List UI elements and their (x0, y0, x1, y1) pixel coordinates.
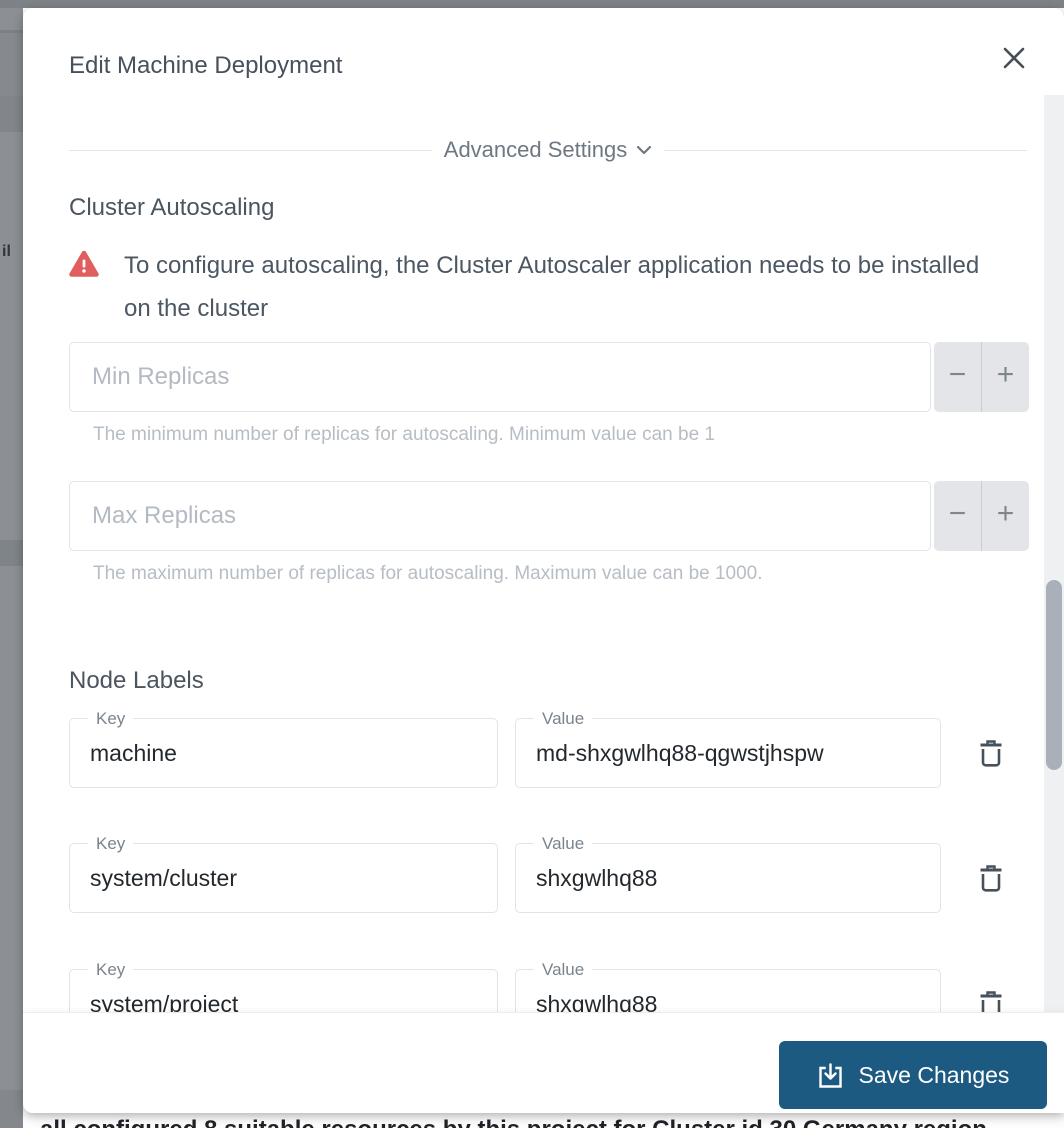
autoscaler-warning-text: To configure autoscaling, the Cluster Au… (124, 252, 980, 322)
plus-icon: + (996, 358, 1015, 391)
delete-node-label-button[interactable] (973, 861, 1009, 897)
key-field-label: Key (88, 709, 134, 729)
key-field-label: Key (88, 960, 134, 980)
trash-icon (980, 864, 1002, 892)
max-replicas-helper-text: The maximum number of replicas for autos… (93, 563, 763, 584)
node-label-value-input[interactable] (516, 719, 940, 787)
node-label-key-input[interactable] (70, 844, 497, 912)
node-label-value-input[interactable] (516, 844, 940, 912)
node-labels-heading: Node Labels (69, 667, 204, 694)
save-changes-button[interactable]: Save Changes (779, 1041, 1047, 1109)
dialog-footer: Save Changes (23, 1013, 1064, 1113)
chevron-down-icon (637, 145, 652, 155)
trash-icon (980, 739, 1002, 767)
dialog-title: Edit Machine Deployment (69, 52, 343, 79)
advanced-settings-label: Advanced Settings (443, 137, 628, 162)
value-field-label: Value (534, 834, 593, 854)
node-label-key-input[interactable] (70, 719, 497, 787)
max-replicas-field (69, 481, 931, 551)
scrollbar-thumb[interactable] (1046, 580, 1062, 770)
value-field-label: Value (534, 960, 593, 980)
min-replicas-input[interactable] (70, 343, 930, 411)
screen: il all configured 8 suitable resources b… (0, 0, 1064, 1128)
save-icon (818, 1062, 842, 1088)
close-button[interactable] (994, 39, 1034, 79)
advanced-settings-toggle[interactable]: Advanced Settings (69, 135, 1027, 165)
value-field-label: Value (534, 709, 593, 729)
node-label-key-field: Key (69, 834, 498, 913)
max-replicas-input[interactable] (70, 482, 930, 550)
background-page-strip: all configured 8 suitable resources by t… (23, 1113, 1064, 1128)
node-label-value-field: Value (515, 709, 941, 788)
page-backdrop-top (0, 0, 1064, 8)
min-replicas-field (69, 342, 931, 412)
min-replicas-helper-text: The minimum number of replicas for autos… (93, 424, 715, 445)
max-replicas-decrement-button[interactable]: − (934, 481, 981, 551)
node-label-value-field: Value (515, 834, 941, 913)
cluster-autoscaling-heading: Cluster Autoscaling (69, 194, 275, 221)
node-label-key-field: Key (69, 709, 498, 788)
save-changes-label: Save Changes (858, 1061, 1010, 1088)
warning-icon (69, 250, 99, 277)
key-field-label: Key (88, 834, 134, 854)
page-backdrop-left (0, 0, 23, 1128)
close-icon (1003, 47, 1025, 68)
background-page-text: all configured 8 suitable resources by t… (40, 1116, 987, 1128)
minus-icon: − (948, 497, 967, 530)
delete-node-label-button[interactable] (973, 736, 1009, 772)
scrollbar-track[interactable] (1044, 95, 1064, 1013)
minus-icon: − (948, 358, 967, 391)
plus-icon: + (996, 497, 1015, 530)
min-replicas-stepper: − + (934, 342, 1029, 412)
min-replicas-increment-button[interactable]: + (981, 342, 1029, 412)
max-replicas-increment-button[interactable]: + (981, 481, 1029, 551)
backdrop-page-fragment: il (2, 243, 11, 260)
max-replicas-stepper: − + (934, 481, 1029, 551)
min-replicas-decrement-button[interactable]: − (934, 342, 981, 412)
edit-machine-deployment-dialog: Edit Machine Deployment Advanced Setting… (23, 8, 1064, 1113)
